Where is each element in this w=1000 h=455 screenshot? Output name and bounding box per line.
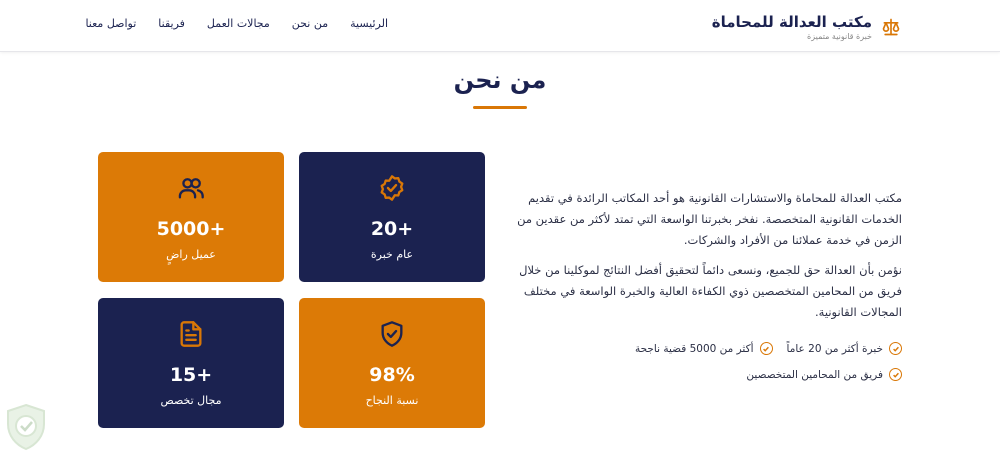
feature-row: فريق من المحامين المتخصصين [510, 368, 902, 381]
title-underline [473, 106, 527, 109]
check-icon [759, 342, 773, 355]
feature-row: خبرة أكثر من 20 عاماً أكثر من 5000 قضية … [510, 342, 902, 355]
stat-label: نسبة النجاح [365, 394, 419, 407]
nav-about[interactable]: من نحن [292, 17, 328, 30]
nav-team[interactable]: فريقنا [158, 17, 185, 30]
watermark-shield-icon [2, 402, 50, 452]
nav-home[interactable]: الرئيسية [350, 17, 388, 30]
feature-label: خبرة أكثر من 20 عاماً [786, 342, 883, 355]
logo[interactable]: مكتب العدالة للمحاماة خبرة قانونية متميز… [712, 10, 902, 44]
feature-label: فريق من المحامين المتخصصين [746, 368, 883, 381]
stat-value: +20 [370, 218, 414, 240]
stat-label: عميل راضٍ [166, 248, 216, 261]
stat-label: عام خبرة [370, 248, 414, 261]
shield-check-icon [299, 320, 485, 348]
document-icon [98, 320, 284, 348]
stat-card-clients: +5000 عميل راضٍ [98, 152, 284, 282]
about-paragraph-1: مكتب العدالة للمحاماة والاستشارات القانو… [517, 191, 902, 247]
logo-subtitle: خبرة قانونية متميزة [807, 31, 872, 41]
main-nav: الرئيسية من نحن مجالات العمل فريقنا تواص… [85, 17, 388, 30]
scales-icon [880, 16, 902, 38]
check-icon [889, 342, 902, 355]
logo-title: مكتب العدالة للمحاماة [711, 12, 872, 31]
stat-value: +5000 [156, 218, 226, 240]
feature-item: خبرة أكثر من 20 عاماً [787, 342, 902, 355]
nav-contact[interactable]: تواصل معنا [85, 17, 136, 30]
about-paragraph-2: نؤمن بأن العدالة حق للجميع، ونسعى دائماً… [519, 263, 902, 319]
feature-list: خبرة أكثر من 20 عاماً أكثر من 5000 قضية … [510, 342, 902, 394]
feature-item: أكثر من 5000 قضية ناجحة [635, 342, 773, 355]
logo-text: مكتب العدالة للمحاماة خبرة قانونية متميز… [712, 13, 872, 42]
feature-item: فريق من المحامين المتخصصين [746, 368, 902, 381]
badge-check-icon [299, 174, 485, 202]
check-icon [889, 368, 902, 381]
stat-card-success-rate: 98% نسبة النجاح [299, 298, 485, 428]
stat-value: 98% [369, 364, 415, 386]
stat-label: مجال تخصص [160, 394, 222, 407]
feature-label: أكثر من 5000 قضية ناجحة [634, 342, 754, 355]
users-icon [98, 174, 284, 202]
site-header: مكتب العدالة للمحاماة خبرة قانونية متميز… [0, 0, 1000, 52]
stat-card-experience: +20 عام خبرة [299, 152, 485, 282]
about-text: مكتب العدالة للمحاماة والاستشارات القانو… [510, 188, 902, 332]
stat-card-specialties: +15 مجال تخصص [98, 298, 284, 428]
section-title: من نحن [453, 66, 547, 94]
nav-practice-areas[interactable]: مجالات العمل [207, 17, 270, 30]
stat-value: +15 [169, 364, 213, 386]
